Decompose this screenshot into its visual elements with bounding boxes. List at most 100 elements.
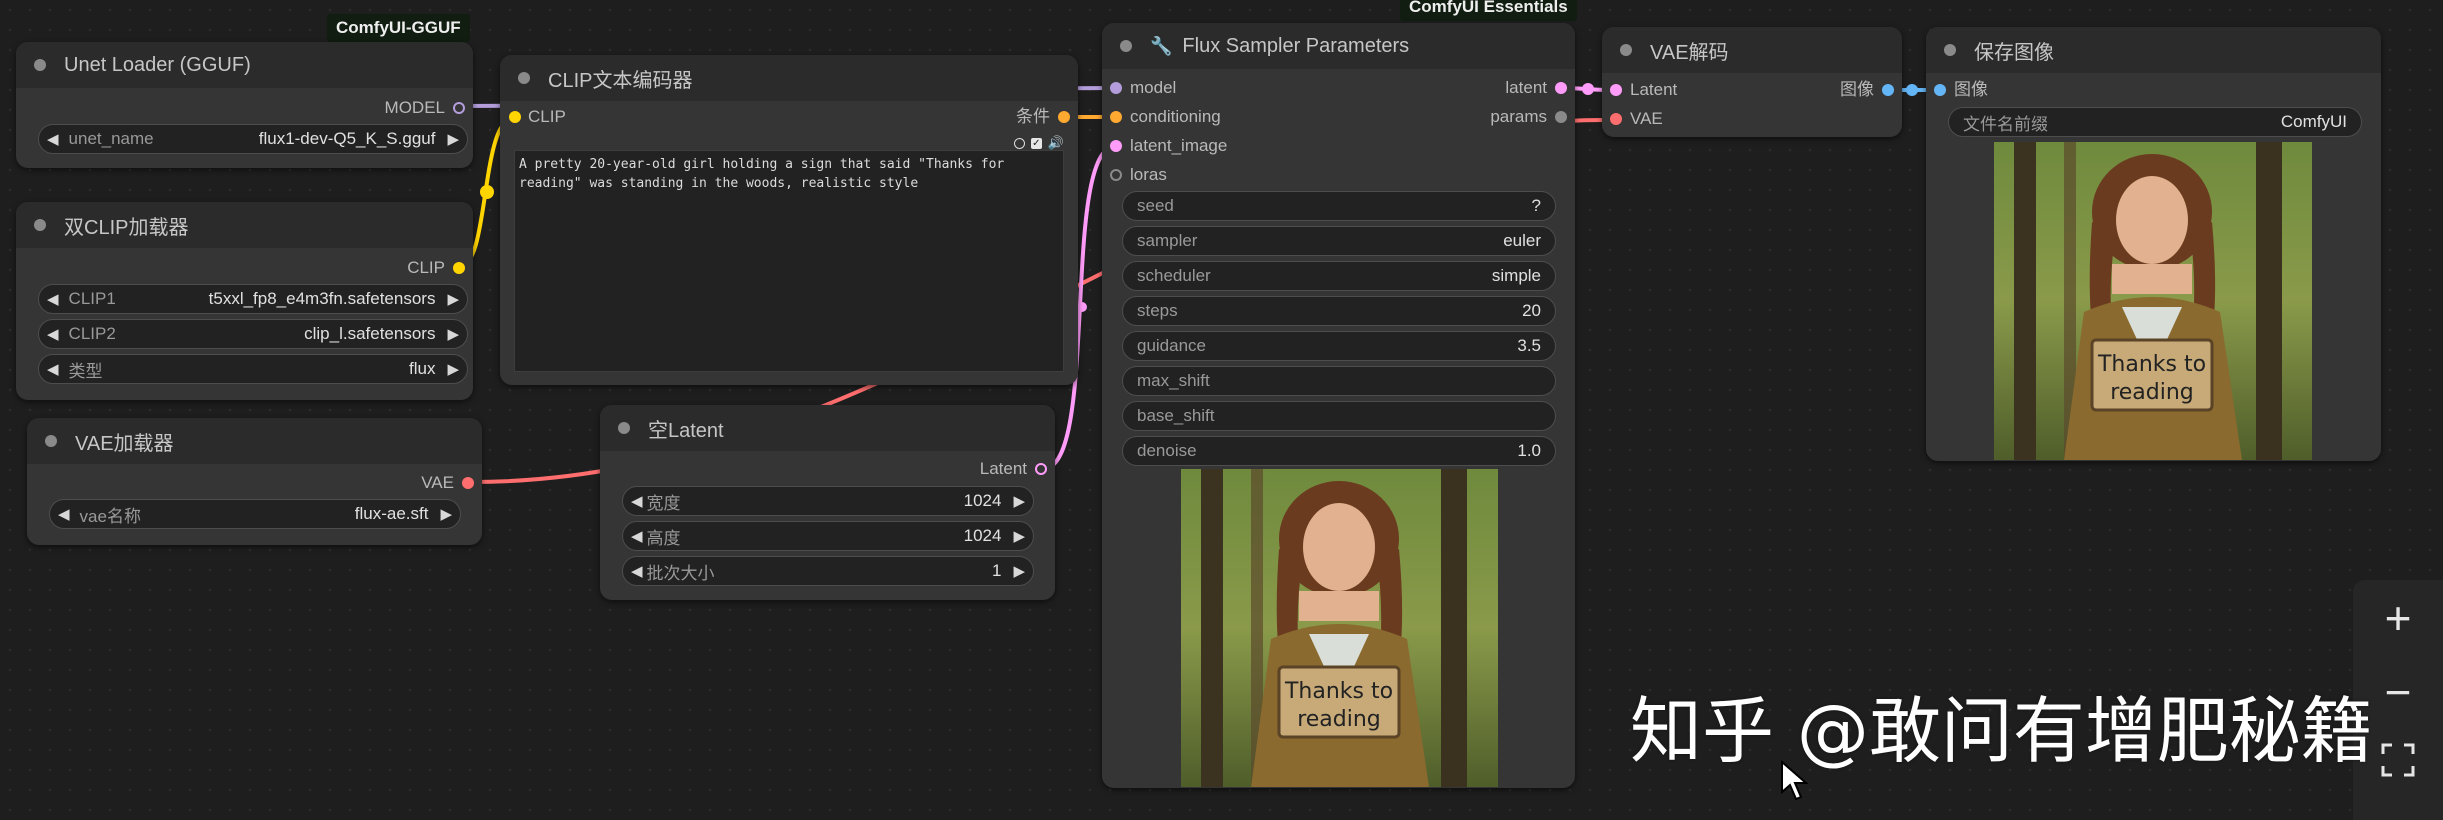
node-title-bar[interactable]: 双CLIP加载器 <box>16 202 473 248</box>
arrow-right-icon[interactable]: ▶ <box>1013 562 1025 580</box>
flux-sampler-node[interactable]: 🔧 Flux Sampler Parameters model conditio… <box>1102 23 1575 788</box>
params-output-dot[interactable] <box>1555 111 1567 123</box>
seed-field[interactable]: seed? <box>1122 191 1556 221</box>
sign-line-2: reading <box>1297 707 1381 732</box>
unet-name-combo[interactable]: ◀ unet_name flux1-dev-Q5_K_S.gguf ▶ <box>38 124 468 154</box>
latent-output-dot[interactable] <box>1035 463 1047 475</box>
image-output-dot[interactable] <box>1882 84 1894 96</box>
collapse-dot[interactable] <box>34 219 46 231</box>
denoise-field[interactable]: denoise 1.0 <box>1122 436 1556 466</box>
vae-output-dot[interactable] <box>462 477 474 489</box>
arrow-left-icon[interactable]: ◀ <box>631 527 643 545</box>
node-title-bar[interactable]: 保存图像 <box>1926 27 2381 73</box>
node-title: VAE解码 <box>1650 41 1729 64</box>
vae-name-combo[interactable]: ◀ vae名称 flux-ae.sft ▶ <box>49 499 461 529</box>
conditioning-input-dot[interactable] <box>1110 111 1122 123</box>
conditioning-output-dot[interactable] <box>1058 111 1070 123</box>
arrow-right-icon[interactable]: ▶ <box>440 505 452 523</box>
clip-text-encoder-node[interactable]: CLIP文本编码器 CLIP 条件 ✓ 🔊 A pretty 20-year-o… <box>500 55 1078 385</box>
conditioning-output[interactable]: 条件 <box>1016 105 1050 129</box>
scheduler-field[interactable]: scheduler simple <box>1122 261 1556 291</box>
latent-input-dot[interactable] <box>1610 84 1622 96</box>
arrow-left-icon[interactable]: ◀ <box>47 360 59 378</box>
fit-view-svg <box>2381 743 2415 777</box>
height-number[interactable]: ◀ 高度 1024 ▶ <box>622 521 1034 551</box>
base-shift-field[interactable]: base_shift <box>1122 401 1556 431</box>
collapse-dot[interactable] <box>518 72 530 84</box>
arrow-left-icon[interactable]: ◀ <box>631 562 643 580</box>
save-image-node[interactable]: 保存图像 图像 文件名前缀 ComfyUI Thanks to reading <box>1926 27 2381 461</box>
batch-size-number[interactable]: ◀ 批次大小 1 ▶ <box>622 556 1034 586</box>
node-title-bar[interactable]: 空Latent <box>600 405 1055 451</box>
vae-input[interactable]: VAE <box>1630 107 1663 131</box>
latent-output[interactable]: latent <box>1505 76 1547 100</box>
model-input[interactable]: model <box>1130 76 1176 100</box>
node-title: Flux Sampler Parameters <box>1182 34 1410 57</box>
circle-icon[interactable] <box>1013 137 1025 149</box>
checkbox-icon[interactable]: ✓ <box>1030 137 1042 149</box>
arrow-right-icon[interactable]: ▶ <box>1013 492 1025 510</box>
collapse-dot[interactable] <box>34 59 46 71</box>
clip2-combo[interactable]: ◀ CLIP2 clip_l.safetensors ▶ <box>38 319 468 349</box>
arrow-left-icon[interactable]: ◀ <box>47 325 59 343</box>
arrow-right-icon[interactable]: ▶ <box>447 130 459 148</box>
latent-image-input-dot[interactable] <box>1110 140 1122 152</box>
unet-loader-node[interactable]: Unet Loader (GGUF) MODEL ◀ unet_name flux1… <box>16 42 473 168</box>
model-output[interactable]: MODEL <box>385 96 445 120</box>
image-output[interactable]: 图像 <box>1840 78 1874 102</box>
arrow-right-icon[interactable]: ▶ <box>447 360 459 378</box>
model-input-dot[interactable] <box>1110 82 1122 94</box>
image-input-dot[interactable] <box>1934 84 1946 96</box>
node-title-bar[interactable]: Unet Loader (GGUF) <box>16 42 473 88</box>
vae-loader-node[interactable]: VAE加载器 VAE ◀ vae名称 flux-ae.sft ▶ <box>27 418 482 545</box>
filename-prefix-field[interactable]: 文件名前缀 ComfyUI <box>1948 107 2362 137</box>
arrow-right-icon[interactable]: ▶ <box>447 290 459 308</box>
preview-illustration: Thanks to reading <box>1181 469 1498 787</box>
collapse-dot[interactable] <box>618 422 630 434</box>
node-title-bar[interactable]: 🔧 Flux Sampler Parameters <box>1102 23 1575 69</box>
latent-output[interactable]: Latent <box>980 457 1027 481</box>
clip-input-dot[interactable] <box>509 111 521 123</box>
arrow-left-icon[interactable]: ◀ <box>58 505 70 523</box>
collapse-dot[interactable] <box>1620 44 1632 56</box>
type-combo[interactable]: ◀ 类型 flux ▶ <box>38 354 468 384</box>
model-output-dot[interactable] <box>453 102 465 114</box>
arrow-right-icon[interactable]: ▶ <box>447 325 459 343</box>
zoom-in-button[interactable]: + <box>2353 588 2443 648</box>
collapse-dot[interactable] <box>1120 40 1132 52</box>
vae-decode-node[interactable]: VAE解码 Latent VAE 图像 <box>1602 27 1902 137</box>
sampler-field[interactable]: sampler euler <box>1122 226 1556 256</box>
essentials-badge: ComfyUI Essentials <box>1400 0 1577 21</box>
latent-output-dot[interactable] <box>1555 82 1567 94</box>
image-input[interactable]: 图像 <box>1954 78 1988 102</box>
max-shift-field[interactable]: max_shift <box>1122 366 1556 396</box>
latent-image-input[interactable]: latent_image <box>1130 134 1227 158</box>
empty-latent-node[interactable]: 空Latent Latent ◀ 宽度 1024 ▶ ◀ 高度 1024 ▶ ◀ 批次大小 1 ▶ <box>600 405 1055 600</box>
arrow-left-icon[interactable]: ◀ <box>47 130 59 148</box>
prompt-textarea[interactable]: A pretty 20-year-old girl holding a sign… <box>514 150 1064 372</box>
node-title-bar[interactable]: VAE解码 <box>1602 27 1902 73</box>
arrow-left-icon[interactable]: ◀ <box>47 290 59 308</box>
loras-input[interactable]: loras <box>1130 163 1167 187</box>
arrow-right-icon[interactable]: ▶ <box>1013 527 1025 545</box>
node-title-bar[interactable]: VAE加载器 <box>27 418 482 464</box>
dual-clip-loader-node[interactable]: 双CLIP加载器 CLIP ◀ CLIP1 t5xxl_fp8_e4m3fn.saf… <box>16 202 473 400</box>
arrow-left-icon[interactable]: ◀ <box>631 492 643 510</box>
steps-field[interactable]: steps 20 <box>1122 296 1556 326</box>
node-title-bar[interactable]: CLIP文本编码器 <box>500 55 1078 101</box>
loras-input-dot[interactable] <box>1110 169 1122 181</box>
guidance-field[interactable]: guidance 3.5 <box>1122 331 1556 361</box>
vae-input-dot[interactable] <box>1610 113 1622 125</box>
clip-output-dot[interactable] <box>453 262 465 274</box>
collapse-dot[interactable] <box>45 435 57 447</box>
vae-output[interactable]: VAE <box>421 471 454 495</box>
width-number[interactable]: ◀ 宽度 1024 ▶ <box>622 486 1034 516</box>
latent-input[interactable]: Latent <box>1630 78 1677 102</box>
conditioning-input[interactable]: conditioning <box>1130 105 1221 129</box>
clip1-combo[interactable]: ◀ CLIP1 t5xxl_fp8_e4m3fn.safetensors ▶ <box>38 284 468 314</box>
collapse-dot[interactable] <box>1944 44 1956 56</box>
params-output[interactable]: params <box>1490 105 1547 129</box>
clip-output[interactable]: CLIP <box>407 256 445 280</box>
clip-input[interactable]: CLIP <box>528 105 566 129</box>
speaker-icon[interactable]: 🔊 <box>1048 135 1064 151</box>
